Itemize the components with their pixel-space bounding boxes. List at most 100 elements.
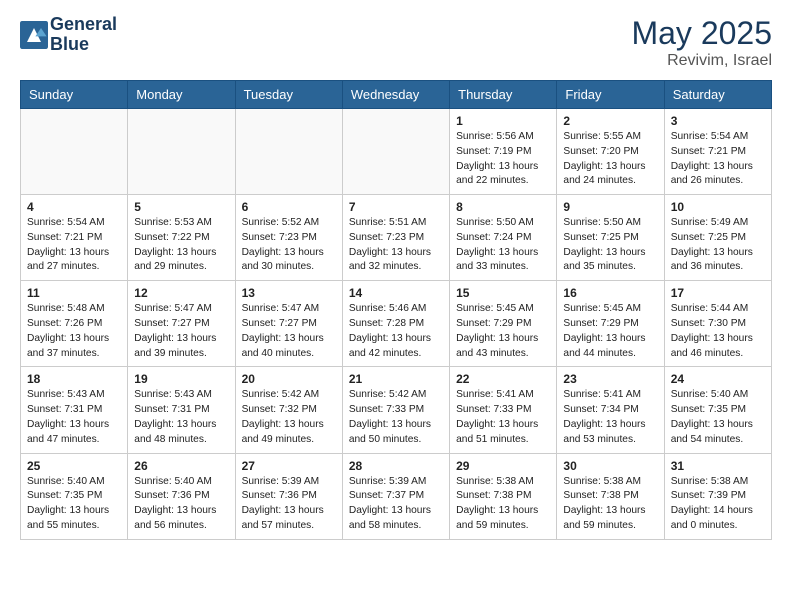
logo-line2: Blue [50,35,117,55]
cell-text: Sunrise: 5:43 AMSunset: 7:31 PMDaylight:… [27,388,121,447]
calendar-cell: 28 Sunrise: 5:39 AMSunset: 7:37 PMDayligh… [342,453,449,539]
day-number: 12 [134,286,228,300]
day-number: 13 [242,286,336,300]
calendar-week-row: 1 Sunrise: 5:56 AMSunset: 7:19 PMDaylight… [21,109,772,195]
day-number: 23 [563,372,657,386]
location: Revivim, Israel [631,52,772,70]
weekday-header: Friday [557,81,664,109]
weekday-header: Tuesday [235,81,342,109]
cell-text: Sunrise: 5:45 AMSunset: 7:29 PMDaylight:… [563,302,657,361]
cell-text: Sunrise: 5:47 AMSunset: 7:27 PMDaylight:… [242,302,336,361]
cell-text: Sunrise: 5:49 AMSunset: 7:25 PMDaylight:… [671,216,765,275]
cell-text: Sunrise: 5:56 AMSunset: 7:19 PMDaylight:… [456,130,550,189]
calendar-cell: 9 Sunrise: 5:50 AMSunset: 7:25 PMDaylight… [557,195,664,281]
day-number: 10 [671,200,765,214]
calendar-week-row: 4 Sunrise: 5:54 AMSunset: 7:21 PMDaylight… [21,195,772,281]
calendar-cell: 8 Sunrise: 5:50 AMSunset: 7:24 PMDaylight… [450,195,557,281]
calendar-cell: 26Sunrise: 5:40 AMSunset: 7:36 PMDayligh… [128,453,235,539]
calendar-cell [342,109,449,195]
cell-text: Sunrise: 5:42 AMSunset: 7:32 PMDaylight:… [242,388,336,447]
cell-text: Sunrise: 5:44 AMSunset: 7:30 PMDaylight:… [671,302,765,361]
calendar-cell: 27Sunrise: 5:39 AMSunset: 7:36 PMDayligh… [235,453,342,539]
cell-text: Sunrise: 5:42 AMSunset: 7:33 PMDaylight:… [349,388,443,447]
calendar-cell: 22 Sunrise: 5:41 AMSunset: 7:33 PMDayligh… [450,367,557,453]
day-number: 27 [242,459,336,473]
day-number: 7 [349,200,443,214]
day-number: 6 [242,200,336,214]
calendar-cell: 24 Sunrise: 5:40 AMSunset: 7:35 PMDayligh… [664,367,771,453]
day-number: 28 [349,459,443,473]
calendar-week-row: 18 Sunrise: 5:43 AMSunset: 7:31 PMDayligh… [21,367,772,453]
day-number: 14 [349,286,443,300]
header: General Blue May 2025 Revivim, Israel [20,15,772,70]
day-number: 9 [563,200,657,214]
calendar-cell: 11 Sunrise: 5:48 AMSunset: 7:26 PMDayligh… [21,281,128,367]
calendar-cell: 12Sunrise: 5:47 AMSunset: 7:27 PMDayligh… [128,281,235,367]
calendar-week-row: 25 Sunrise: 5:40 AMSunset: 7:35 PMDayligh… [21,453,772,539]
day-number: 22 [456,372,550,386]
calendar-cell: 5 Sunrise: 5:53 AMSunset: 7:22 PMDaylight… [128,195,235,281]
calendar-cell: 31 Sunrise: 5:38 AMSunset: 7:39 PMDayligh… [664,453,771,539]
cell-text: Sunrise: 5:54 AMSunset: 7:21 PMDaylight:… [671,130,765,189]
page: General Blue May 2025 Revivim, Israel Su… [0,0,792,612]
day-number: 20 [242,372,336,386]
calendar-cell: 10 Sunrise: 5:49 AMSunset: 7:25 PMDayligh… [664,195,771,281]
calendar-cell [128,109,235,195]
day-number: 11 [27,286,121,300]
cell-text: Sunrise: 5:41 AMSunset: 7:33 PMDaylight:… [456,388,550,447]
cell-text: Sunrise: 5:53 AMSunset: 7:22 PMDaylight:… [134,216,228,275]
calendar-cell [21,109,128,195]
calendar-cell: 1 Sunrise: 5:56 AMSunset: 7:19 PMDaylight… [450,109,557,195]
day-number: 25 [27,459,121,473]
day-number: 16 [563,286,657,300]
cell-text: Sunrise: 5:39 AMSunset: 7:37 PMDaylight:… [349,475,443,534]
cell-text: Sunrise: 5:52 AMSunset: 7:23 PMDaylight:… [242,216,336,275]
cell-text: Sunrise: 5:43 AMSunset: 7:31 PMDaylight:… [134,388,228,447]
weekday-header: Thursday [450,81,557,109]
calendar-cell: 15 Sunrise: 5:45 AMSunset: 7:29 PMDayligh… [450,281,557,367]
day-number: 5 [134,200,228,214]
logo-text: General Blue [50,15,117,55]
month-title: May 2025 [631,15,772,52]
day-number: 24 [671,372,765,386]
logo: General Blue [20,15,117,55]
cell-text: Sunrise: 5:40 AMSunset: 7:35 PMDaylight:… [671,388,765,447]
day-number: 4 [27,200,121,214]
day-number: 31 [671,459,765,473]
calendar-header-row: SundayMondayTuesdayWednesdayThursdayFrid… [21,81,772,109]
calendar-week-row: 11 Sunrise: 5:48 AMSunset: 7:26 PMDayligh… [21,281,772,367]
day-number: 1 [456,114,550,128]
calendar-cell: 7 Sunrise: 5:51 AMSunset: 7:23 PMDaylight… [342,195,449,281]
cell-text: Sunrise: 5:51 AMSunset: 7:23 PMDaylight:… [349,216,443,275]
calendar-cell: 30Sunrise: 5:38 AMSunset: 7:38 PMDayligh… [557,453,664,539]
cell-text: Sunrise: 5:45 AMSunset: 7:29 PMDaylight:… [456,302,550,361]
calendar-cell: 19 Sunrise: 5:43 AMSunset: 7:31 PMDayligh… [128,367,235,453]
calendar-cell: 3Sunrise: 5:54 AMSunset: 7:21 PMDaylight… [664,109,771,195]
weekday-header: Sunday [21,81,128,109]
weekday-header: Wednesday [342,81,449,109]
cell-text: Sunrise: 5:54 AMSunset: 7:21 PMDaylight:… [27,216,121,275]
day-number: 8 [456,200,550,214]
day-number: 18 [27,372,121,386]
calendar-cell: 29Sunrise: 5:38 AMSunset: 7:38 PMDayligh… [450,453,557,539]
cell-text: Sunrise: 5:46 AMSunset: 7:28 PMDaylight:… [349,302,443,361]
calendar-cell: 6 Sunrise: 5:52 AMSunset: 7:23 PMDaylight… [235,195,342,281]
cell-text: Sunrise: 5:38 AMSunset: 7:39 PMDaylight:… [671,475,765,534]
calendar: SundayMondayTuesdayWednesdayThursdayFrid… [20,80,772,540]
cell-text: Sunrise: 5:40 AMSunset: 7:35 PMDaylight:… [27,475,121,534]
cell-text: Sunrise: 5:40 AMSunset: 7:36 PMDaylight:… [134,475,228,534]
day-number: 15 [456,286,550,300]
day-number: 29 [456,459,550,473]
cell-text: Sunrise: 5:50 AMSunset: 7:25 PMDaylight:… [563,216,657,275]
day-number: 2 [563,114,657,128]
calendar-cell: 17Sunrise: 5:44 AMSunset: 7:30 PMDayligh… [664,281,771,367]
calendar-cell: 25 Sunrise: 5:40 AMSunset: 7:35 PMDayligh… [21,453,128,539]
logo-line1: General [50,15,117,35]
weekday-header: Saturday [664,81,771,109]
calendar-cell: 20 Sunrise: 5:42 AMSunset: 7:32 PMDayligh… [235,367,342,453]
calendar-cell: 14 Sunrise: 5:46 AMSunset: 7:28 PMDayligh… [342,281,449,367]
cell-text: Sunrise: 5:50 AMSunset: 7:24 PMDaylight:… [456,216,550,275]
cell-text: Sunrise: 5:48 AMSunset: 7:26 PMDaylight:… [27,302,121,361]
calendar-cell [235,109,342,195]
day-number: 19 [134,372,228,386]
